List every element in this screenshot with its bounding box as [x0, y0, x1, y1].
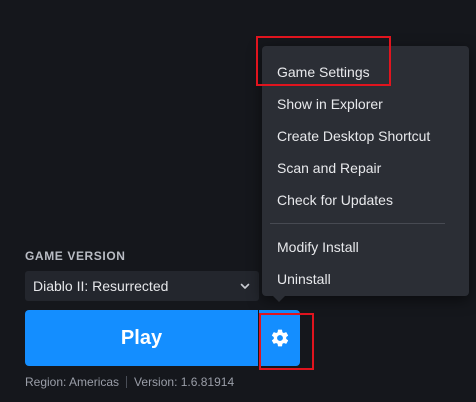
menu-item-show-in-explorer[interactable]: Show in Explorer: [262, 88, 469, 120]
game-version-label: GAME VERSION: [25, 249, 126, 263]
chevron-down-icon: [240, 283, 250, 289]
menu-item-uninstall[interactable]: Uninstall: [262, 263, 469, 295]
game-version-select[interactable]: Diablo II: Resurrected: [25, 271, 259, 301]
region-text: Region: Americas: [25, 375, 120, 389]
game-options-menu: Game Settings Show in Explorer Create De…: [262, 46, 469, 296]
menu-item-scan-and-repair[interactable]: Scan and Repair: [262, 152, 469, 184]
game-options-button[interactable]: [259, 310, 300, 366]
menu-item-check-for-updates[interactable]: Check for Updates: [262, 184, 469, 216]
menu-item-modify-install[interactable]: Modify Install: [262, 231, 469, 263]
menu-pointer-arrow: [272, 295, 286, 302]
menu-divider: [270, 223, 445, 224]
footer-divider: [126, 376, 128, 388]
play-button-label: Play: [120, 326, 163, 349]
menu-item-create-desktop-shortcut[interactable]: Create Desktop Shortcut: [262, 120, 469, 152]
game-info-footer: Region: Americas Version: 1.6.81914: [25, 375, 234, 389]
menu-item-game-settings[interactable]: Game Settings: [262, 56, 469, 88]
game-launch-panel: GAME VERSION Diablo II: Resurrected Play…: [0, 0, 476, 402]
game-version-selected-value: Diablo II: Resurrected: [33, 278, 169, 294]
gear-icon: [271, 329, 288, 347]
play-button[interactable]: Play: [25, 310, 258, 366]
version-text: Version: 1.6.81914: [134, 375, 235, 389]
